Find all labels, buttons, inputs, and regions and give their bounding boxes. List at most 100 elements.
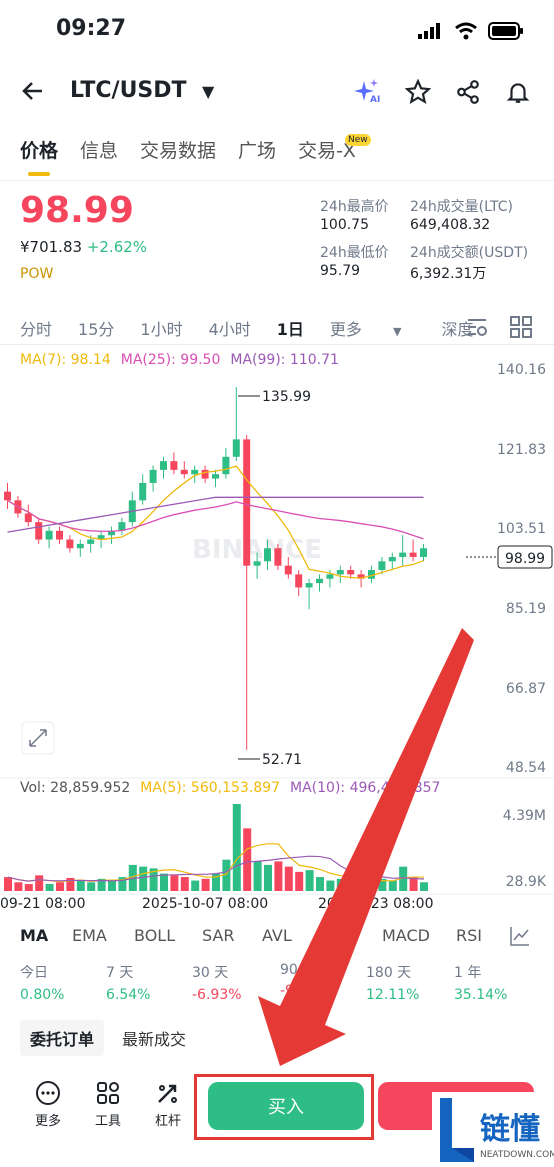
- candle-body: [56, 530, 63, 540]
- y-tick-5: 66.87: [505, 681, 546, 697]
- indicator-chart-icon[interactable]: [508, 924, 532, 952]
- volume-bar: [420, 882, 428, 891]
- perf-today: 今日 0.80%: [20, 962, 64, 1003]
- volume-bar: [76, 880, 85, 891]
- candle-body: [264, 548, 271, 562]
- candle-body: [347, 570, 355, 575]
- tab-open-orders[interactable]: 委托订单: [20, 1020, 105, 1056]
- volume-bar: [316, 877, 324, 891]
- volume-bar: [139, 866, 148, 891]
- volume-bar: [264, 864, 272, 891]
- x-tick-4: 10-23 08:00: [348, 896, 434, 912]
- ind-avl[interactable]: AVL: [262, 926, 292, 945]
- candle-body: [284, 565, 292, 575]
- volume-bar: [24, 884, 33, 891]
- perf-label: 30 天: [192, 965, 229, 981]
- candle-body: [180, 469, 188, 475]
- ind-ma[interactable]: MA: [20, 926, 48, 945]
- candle-body: [316, 578, 323, 584]
- more-button[interactable]: 更多: [28, 1080, 68, 1129]
- volume-bar: [388, 880, 397, 891]
- candle-body: [45, 530, 53, 540]
- volume-bar: [108, 880, 116, 891]
- volume-bar: [201, 878, 210, 891]
- volume-bar: [347, 882, 356, 891]
- perf-label: 7 天: [106, 965, 134, 981]
- volume-bar: [87, 882, 96, 891]
- perf-30d: 30 天 -6.93%: [192, 962, 242, 1003]
- leverage-label: 杠杆: [154, 1114, 181, 1129]
- volume-bar: [305, 870, 314, 891]
- ind-sar[interactable]: SAR: [202, 926, 235, 945]
- perf-label: 90: [280, 962, 298, 978]
- price-tag: 98.99: [505, 551, 545, 567]
- vol-ma10-label: MA(10): 496,4 857: [290, 780, 440, 796]
- perf-value: 0.80%: [20, 987, 65, 1003]
- ma99-line: [7, 496, 424, 533]
- perf-value: 6.54%: [106, 987, 151, 1003]
- candle-body: [201, 469, 209, 479]
- candle-body: [149, 469, 157, 483]
- leverage-icon: [148, 1080, 188, 1110]
- more-dots-icon: [28, 1080, 68, 1110]
- candle-body: [274, 548, 282, 566]
- perf-value: -6.93%: [192, 987, 242, 1003]
- more-label: 更多: [34, 1114, 61, 1129]
- ind-macd[interactable]: MACD: [382, 926, 430, 945]
- x-tick-3: 20: [318, 896, 336, 912]
- volume-bar: [160, 873, 168, 891]
- indicator-tabs: MA EMA BOLL SAR AVL MACD RSI: [20, 926, 550, 948]
- candle-body: [399, 552, 407, 557]
- volume-bar: [232, 804, 241, 891]
- tools-grid-icon: [88, 1080, 128, 1110]
- tab-latest-trades[interactable]: 最新成交: [118, 1020, 190, 1056]
- candle-body: [326, 574, 334, 579]
- high-mark-label: 135.99: [262, 389, 311, 405]
- candle-body: [420, 548, 427, 557]
- volume-bar: [14, 882, 23, 891]
- order-tabs: 委托订单 最新成交: [20, 1020, 190, 1056]
- buy-button[interactable]: 买入: [208, 1082, 364, 1130]
- volume-bar: [336, 878, 345, 891]
- volume-bar: [326, 880, 335, 891]
- volume-bar: [191, 880, 200, 891]
- candle-body: [388, 556, 396, 562]
- volume-bar: [295, 871, 304, 891]
- candle-body: [253, 561, 261, 566]
- candle-body: [212, 474, 219, 479]
- ma25-line: [7, 499, 424, 540]
- volume-bar: [357, 880, 366, 891]
- vol-y-top: 4.39M: [502, 808, 546, 824]
- vol-ma5-label: MA(5): 560,153.897: [140, 780, 281, 796]
- perf-label: 180 天: [366, 965, 412, 981]
- candle-body: [191, 469, 199, 475]
- candle-body: [160, 461, 167, 470]
- y-tick-1: 140.16: [497, 362, 546, 378]
- perf-180d: 180 天 12.11%: [366, 962, 419, 1003]
- ind-boll[interactable]: BOLL: [134, 926, 175, 945]
- candle-body: [4, 491, 11, 501]
- candle-body: [295, 574, 303, 588]
- volume-bar: [274, 861, 283, 891]
- volume-bar: [368, 882, 376, 891]
- candle-body: [222, 456, 230, 475]
- candle-body: [35, 522, 43, 540]
- candle-body: [139, 482, 147, 501]
- volume-bar: [253, 861, 262, 891]
- candle-body: [66, 539, 74, 549]
- perf-value: -9: [280, 983, 294, 999]
- y-tick-6: 48.54: [505, 760, 546, 776]
- ind-ema[interactable]: EMA: [72, 926, 107, 945]
- volume-bar: [180, 877, 189, 891]
- volume-bar: [45, 884, 54, 891]
- perf-value: 35.14%: [454, 987, 508, 1003]
- tools-button[interactable]: 工具: [88, 1080, 128, 1129]
- y-tick-4: 85.19: [505, 601, 546, 617]
- candle-body: [170, 461, 178, 470]
- y-tick-2: 121.83: [497, 442, 546, 458]
- volume-bar: [170, 875, 179, 891]
- leverage-button[interactable]: 杠杆: [148, 1080, 188, 1129]
- ind-rsi[interactable]: RSI: [456, 926, 482, 945]
- candle-body: [243, 439, 251, 566]
- volume-legend: Vol: 28,859.952 MA(5): 560,153.897 MA(10…: [20, 780, 440, 796]
